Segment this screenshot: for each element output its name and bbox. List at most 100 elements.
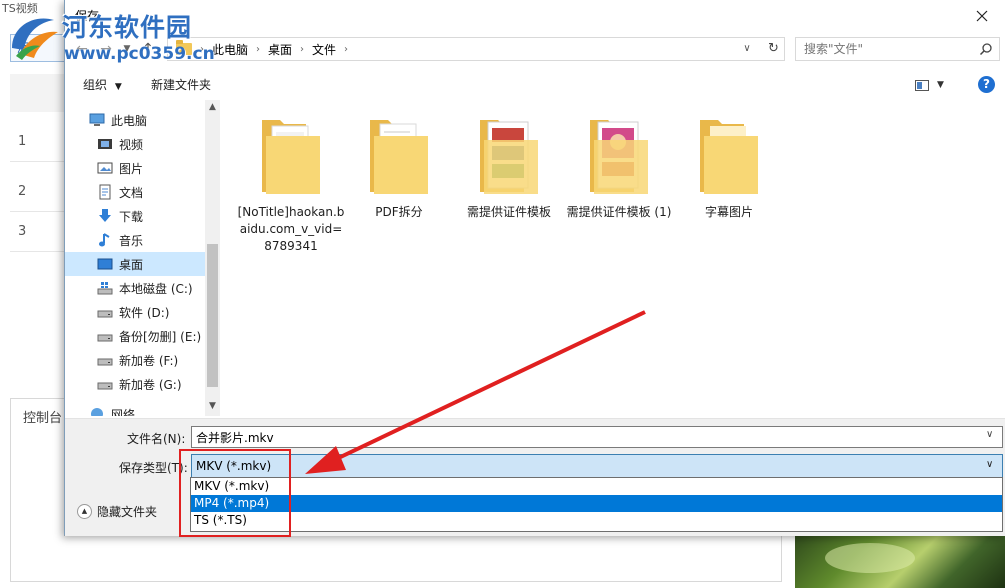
chevron-right-icon: ›: [344, 43, 349, 55]
refresh-icon: ↻: [768, 41, 779, 56]
search-box[interactable]: [795, 37, 1000, 61]
chevron-down-icon[interactable]: ∨: [986, 459, 993, 470]
scroll-down-button[interactable]: ▼: [205, 399, 220, 414]
folder-icon: [700, 120, 758, 194]
filename-input[interactable]: [191, 426, 1003, 448]
organize-button[interactable]: 组织 ▼: [83, 76, 122, 93]
file-item-label: [NoTitle]haokan.baidu.com_v_vid=8789341: [237, 205, 345, 253]
nav-item-label: 备份[勿删] (E:): [119, 329, 202, 344]
filetype-option-mp4[interactable]: MP4 (*.mp4): [191, 495, 1002, 512]
back-button[interactable]: ←: [71, 38, 93, 60]
nav-item-music[interactable]: 音乐: [65, 228, 205, 252]
help-button[interactable]: ?: [978, 76, 995, 93]
background-row-index: 3: [18, 224, 27, 239]
nav-item-label: 图片: [119, 161, 144, 176]
file-item-folder[interactable]: 字幕图片: [675, 114, 783, 221]
background-app-title: TS视频: [2, 0, 38, 20]
folder-icon: [370, 120, 428, 194]
nav-item-label: 音乐: [119, 233, 144, 248]
navigation-pane: 此电脑 视频 图片 文档 下载 音乐 桌面 本地磁盘 (C:) 软件 (D:) …: [65, 100, 220, 416]
dialog-titlebar[interactable]: 保存: [65, 0, 1005, 32]
folder-icon: [176, 40, 192, 55]
folder-icon: [590, 120, 648, 194]
filetype-dropdown-list: MKV (*.mkv) MP4 (*.mp4) TS (*.TS): [190, 477, 1003, 532]
nav-item-label: 网络: [111, 407, 136, 417]
recent-locations-button[interactable]: ▼: [119, 38, 135, 60]
up-button[interactable]: ↑: [137, 38, 159, 60]
background-table-row[interactable]: 1: [10, 124, 66, 162]
background-table-row[interactable]: 3: [10, 214, 66, 252]
nav-item-documents[interactable]: 文档: [65, 180, 205, 204]
arrow-left-icon: ←: [76, 41, 88, 57]
file-item-folder[interactable]: 需提供证件模板 (1): [565, 114, 673, 221]
background-table-row[interactable]: 2: [10, 174, 66, 212]
forward-button[interactable]: →: [95, 38, 117, 60]
chevron-right-icon: ›: [200, 43, 204, 55]
folder-icon: [480, 120, 538, 194]
nav-item-label: 软件 (D:): [119, 305, 170, 320]
new-folder-button[interactable]: 新建文件夹: [151, 76, 211, 93]
background-photo: [795, 535, 1005, 588]
file-item-folder[interactable]: PDF拆分: [345, 114, 453, 221]
filetype-option-mkv[interactable]: MKV (*.mkv): [191, 478, 1002, 495]
nav-item-drive-d[interactable]: 软件 (D:): [65, 300, 205, 324]
arrow-up-icon: ↑: [142, 41, 154, 57]
hide-folders-button[interactable]: ▲ 隐藏文件夹: [77, 503, 157, 520]
nav-item-drive-f[interactable]: 新加卷 (F:): [65, 348, 205, 372]
nav-item-network[interactable]: 网络: [65, 402, 205, 416]
download-icon: [97, 208, 113, 224]
file-view: [NoTitle]haokan.baidu.com_v_vid=8789341 …: [221, 100, 1005, 416]
nav-item-this-pc[interactable]: 此电脑: [65, 108, 205, 132]
background-add-button[interactable]: 添: [10, 34, 66, 62]
folder-icon: [262, 120, 320, 194]
change-view-button[interactable]: ▼: [915, 76, 951, 94]
background-row-index: 1: [18, 134, 27, 149]
nav-item-desktop[interactable]: 桌面: [65, 252, 205, 276]
chevron-down-icon[interactable]: ∨: [986, 429, 993, 440]
drive-icon: [97, 304, 113, 320]
background-row-index: 2: [18, 184, 27, 199]
nav-item-label: 桌面: [119, 257, 144, 272]
filetype-option-ts[interactable]: TS (*.TS): [191, 512, 1002, 529]
file-item-label: 需提供证件模板 (1): [566, 205, 672, 219]
chevron-right-icon: ›: [256, 43, 261, 55]
new-folder-button-label: 新建文件夹: [151, 78, 212, 92]
scroll-up-button[interactable]: ▲: [205, 100, 220, 115]
nav-pane-scrollbar[interactable]: ▲ ▼: [205, 100, 220, 416]
breadcrumb-this-pc[interactable]: 此电脑: [212, 41, 248, 58]
drive-icon: [97, 328, 113, 344]
music-icon: [97, 232, 113, 248]
chevron-up-icon: ▲: [209, 102, 216, 112]
file-item-folder[interactable]: [NoTitle]haokan.baidu.com_v_vid=8789341: [237, 114, 345, 255]
chevron-down-icon: ▼: [937, 80, 944, 90]
drive-icon: [97, 376, 113, 392]
chevron-down-icon: ▼: [114, 82, 122, 92]
file-item-label: PDF拆分: [375, 205, 423, 219]
address-dropdown-button[interactable]: ∨: [738, 38, 756, 60]
nav-item-downloads[interactable]: 下载: [65, 204, 205, 228]
nav-item-videos[interactable]: 视频: [65, 132, 205, 156]
close-button[interactable]: [959, 0, 1005, 32]
filename-label: 文件名(N):: [127, 432, 186, 446]
refresh-button[interactable]: ↻: [763, 37, 785, 61]
nav-item-drive-c[interactable]: 本地磁盘 (C:): [65, 276, 205, 300]
address-bar[interactable]: › 此电脑 › 桌面 › 文件 › ∨: [167, 37, 785, 61]
breadcrumb-files[interactable]: 文件: [312, 41, 336, 58]
chevron-down-icon: ▼: [123, 44, 131, 54]
filetype-select[interactable]: MKV (*.mkv): [191, 454, 1003, 478]
dialog-toolbar: 组织 ▼ 新建文件夹 ▼ ?: [65, 68, 1005, 100]
chevron-down-icon: ▼: [209, 401, 216, 411]
search-input[interactable]: [804, 38, 974, 60]
windows-drive-icon: [97, 280, 113, 296]
background-console-label: 控制台: [23, 411, 63, 426]
help-icon: ?: [983, 77, 990, 91]
nav-item-drive-g[interactable]: 新加卷 (G:): [65, 372, 205, 396]
nav-item-label: 此电脑: [111, 113, 148, 128]
nav-item-label: 本地磁盘 (C:): [119, 281, 193, 296]
nav-item-pictures[interactable]: 图片: [65, 156, 205, 180]
scrollbar-thumb[interactable]: [207, 244, 218, 387]
file-item-folder[interactable]: 需提供证件模板: [455, 114, 563, 221]
file-item-label: 字幕图片: [704, 205, 753, 219]
breadcrumb-desktop[interactable]: 桌面: [268, 41, 292, 58]
nav-item-drive-e[interactable]: 备份[勿删] (E:): [65, 324, 205, 348]
